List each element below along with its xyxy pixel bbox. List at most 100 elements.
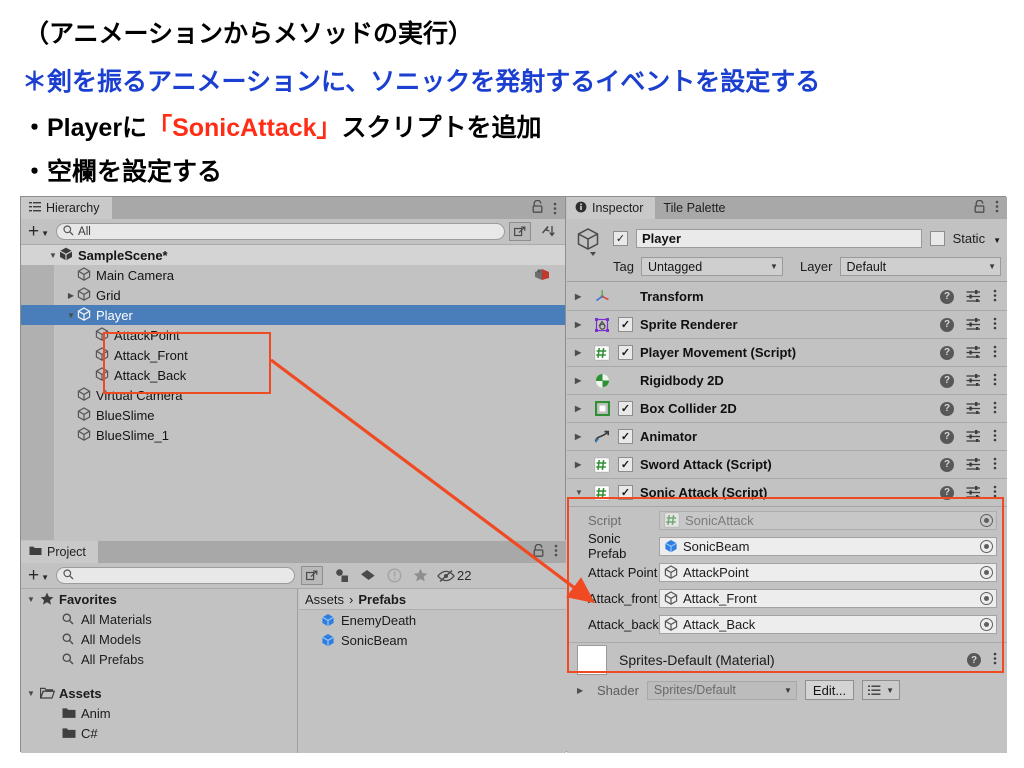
object-reference-field[interactable]: AttackPoint (659, 562, 997, 582)
component-menu-icon[interactable] (993, 485, 997, 501)
object-picker-icon[interactable] (980, 539, 993, 553)
twisty-down-icon[interactable]: ▼ (65, 311, 77, 320)
component-menu-icon[interactable] (993, 289, 997, 305)
hierarchy-expand-icon[interactable] (509, 222, 531, 241)
component-header[interactable]: ▶ Transform? (567, 283, 1007, 311)
project-tree-item[interactable]: All Materials (21, 609, 297, 629)
filter-by-label-icon[interactable] (355, 565, 381, 586)
inspector-menu-icon[interactable] (995, 200, 999, 216)
shader-edit-button[interactable]: Edit... (804, 680, 855, 700)
object-picker-icon[interactable] (980, 617, 993, 631)
project-tree-item[interactable]: All Models (21, 629, 297, 649)
component-menu-icon[interactable] (993, 401, 997, 417)
twisty-right-icon[interactable]: ▶ (575, 432, 586, 441)
hierarchy-row[interactable]: Attack_Front (21, 345, 565, 365)
object-name-field[interactable]: Player (636, 229, 922, 248)
twisty-right-icon[interactable]: ▶ (575, 292, 586, 301)
project-tree-item[interactable]: ▼ Favorites (21, 589, 297, 609)
asset-item[interactable]: SonicBeam (299, 630, 566, 650)
twisty-right-icon[interactable]: ▶ (575, 348, 586, 357)
component-header[interactable]: ▶ Rigidbody 2D? (567, 367, 1007, 395)
component-menu-icon[interactable] (993, 317, 997, 333)
object-picker-icon[interactable] (980, 565, 993, 579)
component-enabled-checkbox[interactable]: ✓ (618, 345, 633, 360)
filter-by-type-icon[interactable] (329, 565, 355, 586)
tab-project[interactable]: Project (21, 541, 98, 563)
help-icon[interactable]: ? (940, 317, 954, 332)
component-header[interactable]: ▶ ✓ Sword Attack (Script)? (567, 451, 1007, 479)
twisty-right-icon[interactable]: ▶ (575, 404, 586, 413)
hierarchy-add-button[interactable]: + ▼ (25, 222, 52, 241)
preset-icon[interactable] (966, 457, 981, 473)
component-header[interactable]: ▶ ✓ Player Movement (Script)? (567, 339, 1007, 367)
twisty-down-icon[interactable]: ▼ (47, 251, 59, 260)
project-tree-item[interactable]: ▼ Assets (21, 683, 297, 703)
component-header[interactable]: ▶ ✓ Sprite Renderer? (567, 311, 1007, 339)
component-menu-icon[interactable] (993, 429, 997, 445)
breadcrumb-root[interactable]: Assets (305, 592, 344, 607)
component-menu-icon[interactable] (993, 345, 997, 361)
hierarchy-row[interactable]: BlueSlime_1 (21, 425, 565, 445)
twisty-right-icon[interactable]: ▶ (575, 460, 586, 469)
hierarchy-row[interactable]: ▶ Grid (21, 285, 565, 305)
object-reference-field[interactable]: SonicAttack (659, 510, 997, 530)
lock-icon[interactable] (532, 199, 543, 216)
hierarchy-row[interactable]: Attack_Back (21, 365, 565, 385)
component-enabled-checkbox[interactable]: ✓ (618, 317, 633, 332)
warning-filter-icon[interactable] (381, 565, 407, 586)
component-enabled-checkbox[interactable]: ✓ (618, 401, 633, 416)
hierarchy-row[interactable]: BlueSlime (21, 405, 565, 425)
component-header[interactable]: ▶ ✓ Animator? (567, 423, 1007, 451)
hierarchy-search-input[interactable]: All (56, 223, 505, 240)
asset-item[interactable]: EnemyDeath (299, 610, 566, 630)
object-reference-field[interactable]: Attack_Front (659, 588, 997, 608)
static-checkbox[interactable] (929, 231, 945, 246)
project-search-input[interactable] (56, 567, 295, 584)
component-enabled-checkbox[interactable]: ✓ (618, 429, 633, 444)
project-tree-item[interactable]: C# (21, 723, 297, 743)
hierarchy-sort-icon[interactable] (535, 221, 561, 242)
component-enabled-checkbox[interactable]: ✓ (618, 457, 633, 472)
hidden-assets-toggle[interactable]: 22 (433, 565, 471, 586)
help-icon[interactable]: ? (940, 429, 954, 444)
twisty-down-icon[interactable]: ▼ (27, 595, 40, 604)
object-reference-field[interactable]: Attack_Back (659, 614, 997, 634)
preset-icon[interactable] (966, 317, 981, 333)
preset-icon[interactable] (966, 345, 981, 361)
favorite-filter-icon[interactable] (407, 565, 433, 586)
component-menu-icon[interactable] (993, 373, 997, 389)
object-picker-icon[interactable] (980, 591, 993, 605)
breadcrumb-current[interactable]: Prefabs (358, 592, 406, 607)
object-picker-icon[interactable] (980, 513, 993, 527)
tab-hierarchy[interactable]: Hierarchy (21, 197, 112, 219)
object-enabled-checkbox[interactable]: ✓ (613, 231, 628, 246)
static-dropdown-icon[interactable]: ▼ (993, 236, 1001, 245)
preset-icon[interactable] (966, 401, 981, 417)
twisty-down-icon[interactable]: ▼ (27, 689, 40, 698)
twisty-right-icon[interactable]: ▶ (575, 376, 586, 385)
component-header[interactable]: ▶ ✓ Box Collider 2D? (567, 395, 1007, 423)
object-reference-field[interactable]: SonicBeam (659, 536, 997, 556)
project-tree-item[interactable]: All Prefabs (21, 649, 297, 669)
component-enabled-checkbox[interactable]: ✓ (618, 485, 633, 500)
help-icon[interactable]: ? (940, 373, 954, 388)
preset-icon[interactable] (966, 485, 981, 501)
twisty-down-icon[interactable]: ▼ (575, 488, 586, 497)
help-icon[interactable]: ? (940, 289, 954, 304)
lock-icon[interactable] (974, 199, 985, 216)
project-menu-icon[interactable] (554, 544, 558, 560)
material-preset-button[interactable]: ▼ (862, 680, 901, 700)
preset-icon[interactable] (966, 289, 981, 305)
project-expand-icon[interactable] (301, 566, 323, 585)
tab-inspector[interactable]: Inspector (567, 197, 656, 219)
tab-tile-palette[interactable]: Tile Palette (655, 197, 737, 219)
hierarchy-menu-icon[interactable] (553, 202, 557, 215)
preset-icon[interactable] (966, 429, 981, 445)
shader-dropdown[interactable]: Sprites/Default ▼ (646, 680, 797, 700)
material-expand-icon[interactable]: ▶ (577, 686, 589, 695)
twisty-right-icon[interactable]: ▶ (575, 320, 586, 329)
hierarchy-row[interactable]: ▼ SampleScene* (21, 245, 565, 265)
project-add-button[interactable]: + ▼ (25, 566, 52, 585)
lock-icon[interactable] (533, 543, 544, 560)
hierarchy-row[interactable]: AttackPoint (21, 325, 565, 345)
